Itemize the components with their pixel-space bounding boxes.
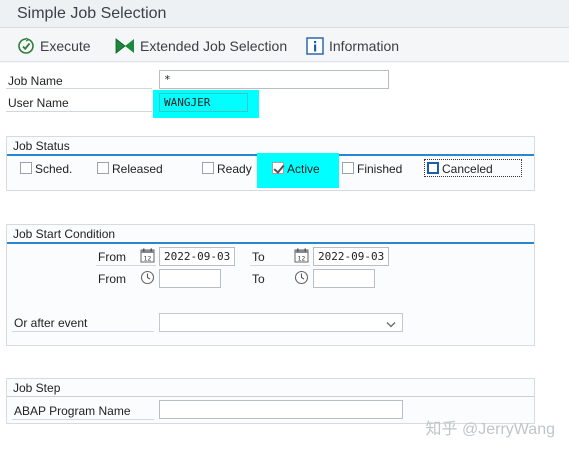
execute-icon [17,37,35,55]
row-divider [12,331,154,332]
job-status-title: Job Status [13,139,70,153]
job-step-title: Job Step [13,381,61,395]
title-bar: Simple Job Selection [0,0,569,28]
job-name-field[interactable]: * [159,70,389,89]
finished-checkbox[interactable] [342,162,354,174]
row-divider [12,419,154,420]
active-checkbox[interactable] [272,162,284,174]
sched-label: Sched. [35,162,73,176]
extended-job-selection-label: Extended Job Selection [140,38,288,54]
section-line [7,396,534,397]
svg-text:12: 12 [144,256,152,263]
row-divider [6,111,152,112]
ready-label: Ready [217,162,252,176]
abap-program-label: ABAP Program Name [14,404,131,418]
clock-icon[interactable] [294,270,309,288]
user-name-label: User Name [8,96,69,110]
application-toolbar: Execute Extended Job Selection Informati… [0,28,569,62]
to-time-field[interactable] [313,269,375,288]
information-button[interactable]: Information [306,36,399,56]
job-name-label: Job Name [8,74,63,88]
row-divider [6,88,152,89]
from-date-label: From [98,250,126,264]
calendar-icon[interactable]: 12 [140,248,155,266]
job-start-condition-title: Job Start Condition [13,227,116,241]
to-date-field[interactable]: 2022-09-03 [313,247,389,266]
canceled-label: Canceled [442,162,493,176]
bowtie-icon [115,38,135,54]
row-divider [250,265,310,266]
to-time-label: To [252,272,265,286]
abap-program-field[interactable] [159,400,403,419]
user-name-field[interactable]: WANGJER [159,93,248,112]
calendar-icon[interactable]: 12 [294,248,309,266]
released-checkbox[interactable] [97,162,109,174]
extended-job-selection-button[interactable]: Extended Job Selection [115,36,287,56]
sched-checkbox[interactable] [20,162,32,174]
active-label: Active [287,162,320,176]
row-divider [96,265,156,266]
information-label: Information [329,38,400,54]
ready-checkbox[interactable] [202,162,214,174]
clock-icon[interactable] [140,270,155,288]
canceled-checkbox[interactable] [427,162,439,174]
from-date-field[interactable]: 2022-09-03 [159,247,235,266]
svg-text:12: 12 [298,256,306,263]
watermark: 知乎 @JerryWang [425,421,555,438]
chevron-down-icon [386,318,396,332]
from-time-label: From [98,272,126,286]
after-event-label: Or after event [14,316,88,330]
from-time-field[interactable] [159,269,221,288]
finished-label: Finished [357,162,403,176]
section-line [7,242,534,244]
execute-button[interactable]: Execute [17,36,91,56]
info-icon [306,37,324,55]
window-title: Simple Job Selection [17,5,167,22]
to-date-label: To [252,250,265,264]
execute-label: Execute [40,38,91,54]
after-event-select[interactable] [159,313,403,332]
released-label: Released [112,162,163,176]
